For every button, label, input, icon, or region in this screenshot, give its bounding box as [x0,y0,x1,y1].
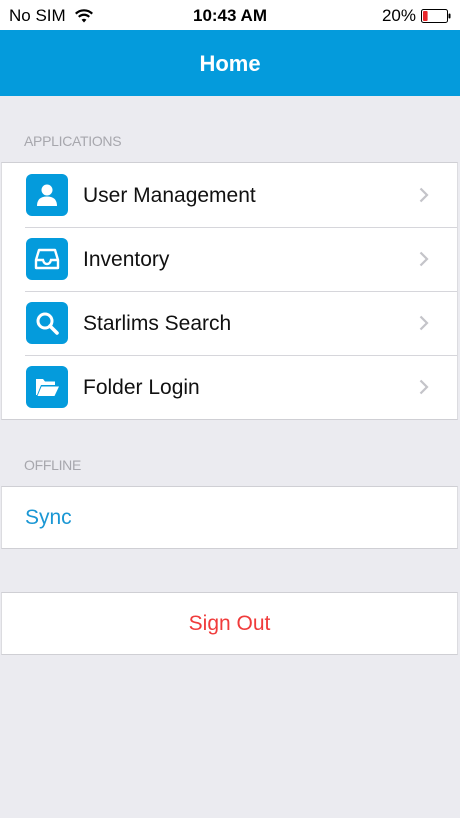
list-item-inventory[interactable]: Inventory [2,227,457,291]
inbox-tray-icon [26,238,68,280]
search-icon [26,302,68,344]
user-icon [26,174,68,216]
status-bar: No SIM 10:43 AM 20% [0,0,460,30]
list-item-label: Inventory [83,248,170,271]
list-item-label: Folder Login [83,376,200,399]
chevron-right-icon [419,251,429,267]
page-title: Home [199,51,261,76]
folder-open-icon [26,366,68,408]
sign-out-group: Sign Out [1,592,458,655]
offline-list: Sync [1,486,458,549]
section-header-applications: APPLICATIONS [24,133,122,149]
list-item-user-management[interactable]: User Management [2,163,457,227]
list-item-label: User Management [83,184,256,207]
status-right: 20% [382,6,451,26]
chevron-right-icon [419,379,429,395]
sync-button[interactable]: Sync [2,487,457,548]
chevron-right-icon [419,187,429,203]
section-header-offline: OFFLINE [24,457,82,473]
battery-percent: 20% [381,6,416,25]
list-item-label: Starlims Search [83,312,232,335]
list-item-folder-login[interactable]: Folder Login [2,355,457,419]
list-item-starlims-search[interactable]: Starlims Search [2,291,457,355]
sign-out-button[interactable]: Sign Out [2,593,457,654]
applications-list: User Management Inventory Starlims Searc… [1,162,458,420]
sync-label: Sync [25,506,72,529]
sign-out-label: Sign Out [188,612,271,635]
navigation-bar: Home [0,30,460,96]
battery-icon [421,9,451,23]
chevron-right-icon [419,315,429,331]
